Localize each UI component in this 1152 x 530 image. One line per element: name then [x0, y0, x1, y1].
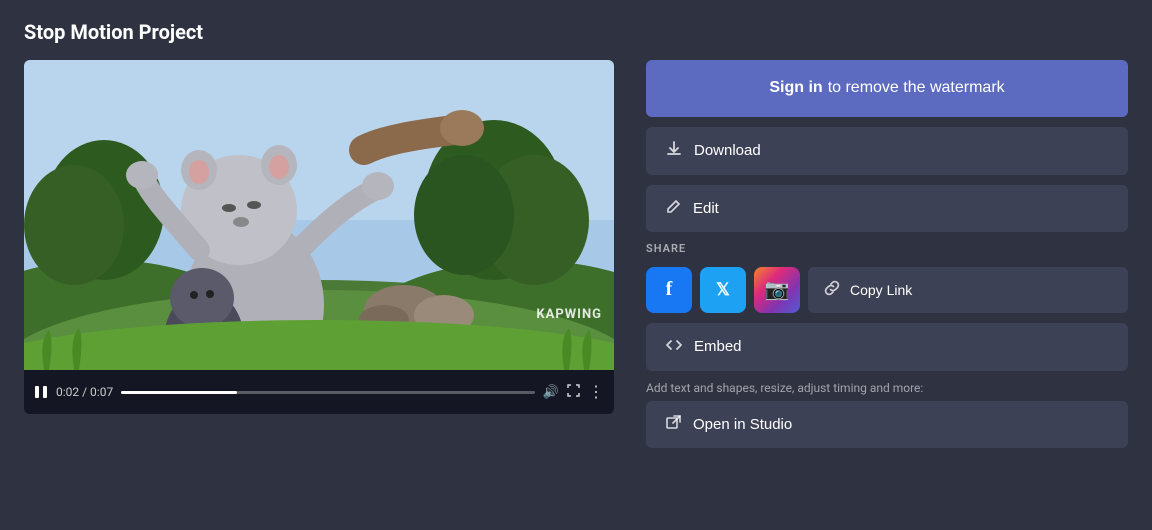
- open-studio-label: Open in Studio: [693, 416, 792, 433]
- twitter-icon: 𝕏: [716, 280, 730, 300]
- studio-hint: Add text and shapes, resize, adjust timi…: [646, 381, 1128, 395]
- download-button[interactable]: Download: [646, 127, 1128, 175]
- kapwing-watermark: KAPWING: [536, 307, 602, 322]
- time-display: 0:02 / 0:07: [56, 385, 113, 399]
- video-player: KAPWING 0:02 / 0:07 🔊: [24, 60, 614, 414]
- volume-icon[interactable]: 🔊: [543, 385, 559, 400]
- instagram-icon: 📷: [765, 277, 790, 302]
- embed-button[interactable]: Embed: [646, 323, 1128, 371]
- embed-label: Embed: [694, 338, 742, 355]
- more-options-icon[interactable]: ⋮: [588, 384, 604, 400]
- external-link-icon: [666, 415, 681, 434]
- embed-icon: [666, 337, 682, 357]
- right-panel: Sign in to remove the watermark Download…: [646, 60, 1128, 448]
- studio-section: Add text and shapes, resize, adjust timi…: [646, 381, 1128, 448]
- sign-in-button[interactable]: Sign in to remove the watermark: [646, 60, 1128, 117]
- open-studio-button[interactable]: Open in Studio: [646, 401, 1128, 448]
- facebook-button[interactable]: f: [646, 267, 692, 313]
- fullscreen-icon[interactable]: [567, 384, 580, 401]
- video-thumbnail-svg: [24, 60, 614, 370]
- page-title: Stop Motion Project: [24, 20, 1128, 44]
- copy-link-label: Copy Link: [850, 282, 912, 298]
- edit-label: Edit: [693, 200, 719, 217]
- copy-link-button[interactable]: Copy Link: [808, 267, 1128, 313]
- edit-button[interactable]: Edit: [646, 185, 1128, 232]
- share-section: SHARE f 𝕏 📷: [646, 242, 1128, 313]
- download-icon: [666, 141, 682, 161]
- edit-icon: [666, 199, 681, 218]
- pause-button[interactable]: [34, 385, 48, 399]
- share-label: SHARE: [646, 242, 1128, 255]
- facebook-icon: f: [666, 278, 673, 301]
- twitter-button[interactable]: 𝕏: [700, 267, 746, 313]
- progress-bar[interactable]: [121, 391, 535, 394]
- instagram-button[interactable]: 📷: [754, 267, 800, 313]
- progress-fill: [121, 391, 237, 394]
- download-label: Download: [694, 142, 761, 159]
- link-icon: [824, 280, 840, 299]
